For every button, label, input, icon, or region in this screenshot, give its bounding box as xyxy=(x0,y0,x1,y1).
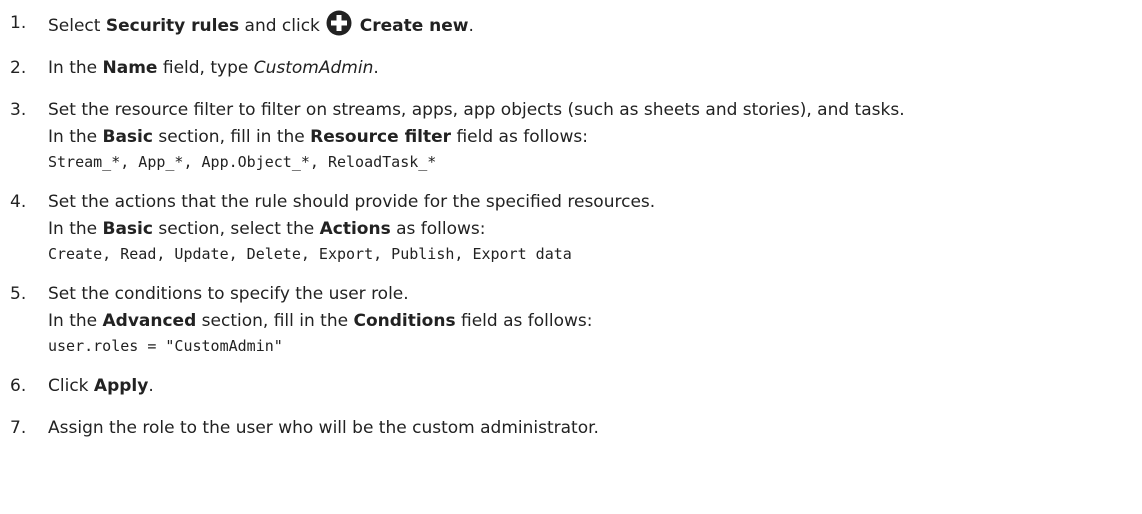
step-line: In the Basic section, fill in the Resour… xyxy=(48,127,588,147)
plus-circle-icon xyxy=(326,10,352,36)
step-7: 7. Assign the role to the user who will … xyxy=(0,415,1142,442)
step-number: 6. xyxy=(10,376,27,396)
step-line: In the Name field, type CustomAdmin. xyxy=(48,58,379,78)
step-line: In the Basic section, select the Actions… xyxy=(48,219,486,239)
step-number: 1. xyxy=(10,13,27,33)
ui-term-actions: Actions xyxy=(319,219,391,239)
step-text: Set the actions that the rule should pro… xyxy=(48,189,1142,266)
ui-term-apply: Apply xyxy=(93,376,149,396)
step-5: 5. Set the conditions to specify the use… xyxy=(0,281,1142,358)
ui-term-name: Name xyxy=(102,58,158,78)
input-value-customadmin: CustomAdmin xyxy=(253,58,374,78)
step-text: Assign the role to the user who will be … xyxy=(48,415,1142,442)
ui-term-basic: Basic xyxy=(102,127,153,147)
ui-term-create-new: Create new xyxy=(359,16,469,36)
step-number: 5. xyxy=(10,284,27,304)
ui-term-advanced: Advanced xyxy=(102,311,197,331)
ui-term-basic: Basic xyxy=(102,219,153,239)
step-number: 3. xyxy=(10,100,27,120)
step-number: 7. xyxy=(10,418,27,438)
code-snippet: user.roles = "CustomAdmin" xyxy=(48,337,283,355)
step-text: Set the conditions to specify the user r… xyxy=(48,281,1142,358)
step-text: Set the resource filter to filter on str… xyxy=(48,97,1142,174)
step-line: Set the actions that the rule should pro… xyxy=(48,192,656,212)
step-text: In the Name field, type CustomAdmin. xyxy=(48,55,1142,82)
code-snippet: Stream_*, App_*, App.Object_*, ReloadTas… xyxy=(48,153,437,171)
step-line: Set the conditions to specify the user r… xyxy=(48,284,409,304)
step-2: 2. In the Name field, type CustomAdmin. xyxy=(0,55,1142,82)
step-line: Set the resource filter to filter on str… xyxy=(48,100,905,120)
step-6: 6. Click Apply. xyxy=(0,373,1142,400)
step-1: 1. Select Security rules and click Creat… xyxy=(0,10,1142,40)
step-text: Select Security rules and click Create n… xyxy=(48,10,1142,40)
step-line: Click Apply. xyxy=(48,376,154,396)
ui-term-conditions: Conditions xyxy=(353,311,456,331)
step-line: Assign the role to the user who will be … xyxy=(48,418,599,438)
code-snippet: Create, Read, Update, Delete, Export, Pu… xyxy=(48,245,572,263)
step-number: 4. xyxy=(10,192,27,212)
step-3: 3. Set the resource filter to filter on … xyxy=(0,97,1142,174)
step-4: 4. Set the actions that the rule should … xyxy=(0,189,1142,266)
instruction-steps: 1. Select Security rules and click Creat… xyxy=(0,10,1142,442)
step-line: Select Security rules and click Create n… xyxy=(48,10,1142,40)
ui-term-resource-filter: Resource filter xyxy=(310,127,452,147)
step-number: 2. xyxy=(10,58,27,78)
step-line: In the Advanced section, fill in the Con… xyxy=(48,311,593,331)
step-text: Click Apply. xyxy=(48,373,1142,400)
ui-term-security-rules: Security rules xyxy=(105,16,240,36)
